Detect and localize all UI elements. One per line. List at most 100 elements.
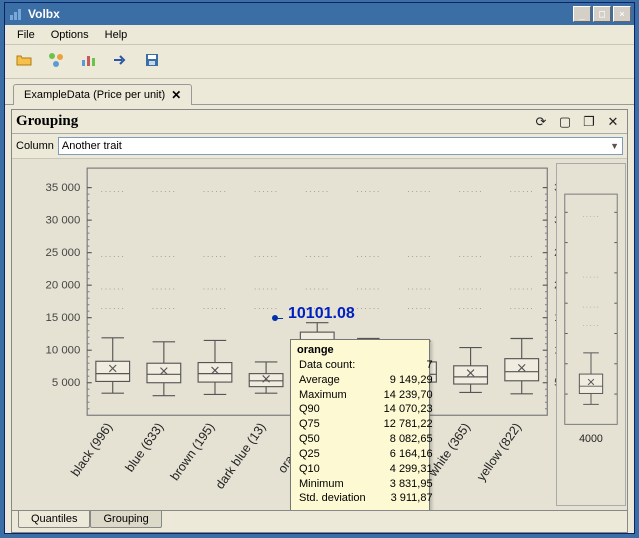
minimize-button[interactable]: _ <box>573 6 591 22</box>
document-tabstrip: ExampleData (Price per unit) ✕ <box>5 79 634 105</box>
svg-text:······: ······ <box>509 186 534 196</box>
tooltip-row-label: Q10 <box>297 462 368 477</box>
document-tab-label: ExampleData (Price per unit) <box>24 89 165 101</box>
tooltip-row-value: 7 <box>368 358 435 373</box>
filter-button[interactable] <box>43 49 69 75</box>
tooltip: orange Data count:7Average9 149,29Maximu… <box>290 339 430 510</box>
panel-refresh-button[interactable]: ⟳ <box>531 113 551 131</box>
menu-options[interactable]: Options <box>43 27 97 43</box>
svg-text:······: ······ <box>202 186 227 196</box>
svg-text:······: ······ <box>100 251 125 261</box>
svg-text:35 000: 35 000 <box>46 182 81 194</box>
svg-text:······: ······ <box>254 251 279 261</box>
window-title: Volbx <box>28 7 571 21</box>
arrow-right-icon <box>111 51 129 72</box>
tooltip-row-value: 3 831,95 <box>368 477 435 492</box>
svg-text:·····: ····· <box>582 272 600 281</box>
tooltip-row-value: 12 781,22 <box>368 417 435 432</box>
panel-title: Grouping <box>16 113 527 130</box>
svg-text:······: ······ <box>356 251 381 261</box>
tooltip-row-label: Maximum <box>297 388 368 403</box>
panel-close-button[interactable]: ✕ <box>603 113 623 131</box>
svg-text:······: ······ <box>100 303 125 313</box>
document-tab[interactable]: ExampleData (Price per unit) ✕ <box>13 84 192 105</box>
tooltip-row-label: Q75 <box>297 417 368 432</box>
chart-button[interactable] <box>75 49 101 75</box>
tooltip-row-value: 14 239,70 <box>368 388 435 403</box>
svg-text:······: ······ <box>458 186 483 196</box>
panel-restore-button[interactable]: ❐ <box>579 113 599 131</box>
svg-text:······: ······ <box>151 251 176 261</box>
app-window: Volbx _ □ × File Options Help ExampleDat… <box>4 2 635 534</box>
chart-area[interactable]: 5 0005 00010 00010 00015 00015 00020 000… <box>12 159 627 510</box>
svg-text:·····: ····· <box>582 211 600 220</box>
column-selector-row: Column Another trait ▼ <box>12 134 627 159</box>
svg-text:10 000: 10 000 <box>46 345 81 357</box>
panel-new-button[interactable]: ▢ <box>555 113 575 131</box>
svg-text:·····: ····· <box>582 320 600 329</box>
tooltip-row-label: Minimum <box>297 477 368 492</box>
svg-text:······: ······ <box>509 284 534 294</box>
svg-text:······: ······ <box>509 251 534 261</box>
tooltip-row-label: Q25 <box>297 447 368 462</box>
tooltip-row-value: 6 164,16 <box>368 447 435 462</box>
svg-text:yellow (822): yellow (822) <box>474 420 524 483</box>
summary-boxplot: ····· ····· ····· ····· 4000 <box>557 164 625 505</box>
svg-text:30 000: 30 000 <box>46 215 81 227</box>
svg-text:······: ······ <box>100 284 125 294</box>
svg-text:······: ······ <box>305 284 330 294</box>
svg-text:······: ······ <box>254 303 279 313</box>
svg-text:······: ······ <box>356 284 381 294</box>
svg-text:······: ······ <box>407 186 432 196</box>
app-icon <box>8 6 24 22</box>
svg-text:······: ······ <box>458 303 483 313</box>
column-select-value: Another trait <box>62 140 122 152</box>
tooltip-row-label: Std. deviation <box>297 491 368 506</box>
open-file-button[interactable] <box>11 49 37 75</box>
svg-text:······: ······ <box>356 303 381 313</box>
svg-text:20 000: 20 000 <box>46 280 81 292</box>
column-select[interactable]: Another trait ▼ <box>58 137 623 155</box>
restore-icon: ❐ <box>583 114 595 130</box>
tooltip-table: Data count:7Average9 149,29Maximum14 239… <box>297 358 435 506</box>
panel-header: Grouping ⟳ ▢ ❐ ✕ <box>12 110 627 134</box>
tooltip-row-label: Q90 <box>297 402 368 417</box>
svg-text:······: ······ <box>254 186 279 196</box>
folder-icon <box>15 51 33 72</box>
menu-help[interactable]: Help <box>97 27 136 43</box>
svg-text:······: ······ <box>202 251 227 261</box>
tooltip-row-value: 14 070,23 <box>368 402 435 417</box>
svg-text:25 000: 25 000 <box>46 247 81 259</box>
svg-text:······: ······ <box>151 284 176 294</box>
svg-text:dark blue (13): dark blue (13) <box>213 420 269 491</box>
refresh-icon: ⟳ <box>536 114 547 130</box>
grouping-panel: Grouping ⟳ ▢ ❐ ✕ Column Another trait ▼ … <box>11 109 628 533</box>
document-tab-close-icon[interactable]: ✕ <box>171 88 181 102</box>
svg-text:······: ······ <box>100 186 125 196</box>
chevron-down-icon: ▼ <box>610 141 619 151</box>
svg-text:······: ······ <box>356 186 381 196</box>
svg-text:······: ······ <box>509 303 534 313</box>
svg-text:15 000: 15 000 <box>46 312 81 324</box>
svg-text:······: ······ <box>407 284 432 294</box>
svg-text:······: ······ <box>254 284 279 294</box>
menu-file[interactable]: File <box>9 27 43 43</box>
svg-text:······: ······ <box>202 284 227 294</box>
close-button[interactable]: × <box>613 6 631 22</box>
tab-grouping[interactable]: Grouping <box>90 511 161 528</box>
titlebar: Volbx _ □ × <box>5 3 634 25</box>
maximize-button[interactable]: □ <box>593 6 611 22</box>
save-button[interactable] <box>139 49 165 75</box>
svg-text:······: ······ <box>202 303 227 313</box>
svg-text:······: ······ <box>151 303 176 313</box>
svg-text:4000: 4000 <box>579 433 603 445</box>
tooltip-row-value: 3 911,87 <box>368 491 435 506</box>
svg-text:······: ······ <box>151 186 176 196</box>
svg-text:·····: ····· <box>582 302 600 311</box>
tooltip-row-value: 9 149,29 <box>368 373 435 388</box>
floppy-icon <box>143 51 161 72</box>
barchart-icon <box>79 51 97 72</box>
tab-quantiles[interactable]: Quantiles <box>18 511 90 528</box>
export-button[interactable] <box>107 49 133 75</box>
column-label: Column <box>16 140 54 152</box>
